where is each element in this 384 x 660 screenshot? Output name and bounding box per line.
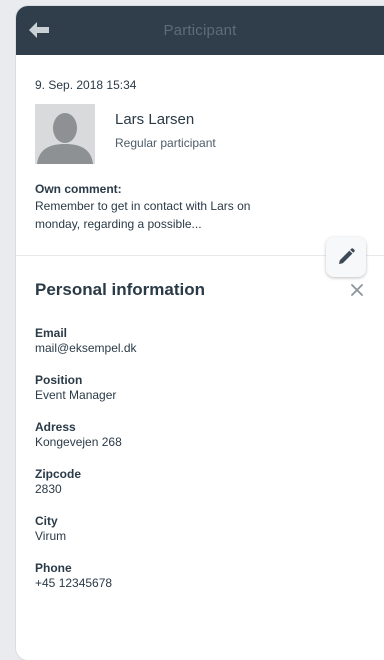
- comment-text-line: Remember to get in contact with Lars on: [35, 199, 251, 213]
- avatar: [35, 104, 95, 164]
- field-label: Zipcode: [35, 467, 82, 481]
- field-label: Email: [35, 326, 68, 340]
- field-email: Email mail@eksempel.dk: [35, 326, 137, 373]
- field-label: Position: [35, 373, 83, 387]
- close-button[interactable]: [348, 281, 366, 299]
- personal-fields: Email mail@eksempel.dk Position Event Ma…: [35, 326, 137, 608]
- field-value: 2830: [35, 482, 62, 496]
- field-label: City: [35, 514, 58, 528]
- participant-screen: Participant 9. Sep. 2018 15:34 Lars Lars…: [16, 6, 384, 660]
- close-icon: [351, 284, 363, 296]
- field-value: +45 12345678: [35, 576, 113, 590]
- field-value: mail@eksempel.dk: [35, 341, 137, 355]
- participant-name: Lars Larsen: [115, 111, 195, 128]
- field-city: City Virum: [35, 514, 137, 561]
- participant-role: Regular participant: [115, 136, 216, 150]
- back-button[interactable]: [28, 19, 50, 41]
- entry-timestamp: 9. Sep. 2018 15:34: [35, 78, 137, 92]
- field-phone: Phone +45 12345678: [35, 561, 137, 608]
- field-label: Adress: [35, 420, 76, 434]
- field-adress: Adress Kongevejen 268: [35, 420, 137, 467]
- participant-info: Lars Larsen Regular participant: [115, 104, 216, 150]
- participant-card: Lars Larsen Regular participant: [35, 104, 216, 164]
- comment-label: Own comment:: [35, 182, 122, 196]
- personal-information-title: Personal information: [35, 280, 206, 299]
- participant-summary: 9. Sep. 2018 15:34 Lars Larsen Regular p…: [16, 55, 384, 277]
- field-zipcode: Zipcode 2830: [35, 467, 137, 514]
- app-header: Participant: [16, 6, 384, 55]
- pencil-icon: [339, 248, 355, 264]
- page-title: Participant: [163, 22, 237, 39]
- field-position: Position Event Manager: [35, 373, 137, 420]
- field-label: Phone: [35, 561, 72, 575]
- arrow-left-icon: [29, 22, 49, 38]
- edit-comment-button[interactable]: [326, 237, 366, 277]
- comment-text-line: monday, regarding a possible...: [35, 217, 202, 231]
- field-value: Event Manager: [35, 388, 117, 402]
- comment-text: Remember to get in contact with Lars on …: [35, 197, 305, 233]
- own-comment: Own comment: Remember to get in contact …: [35, 182, 305, 233]
- user-silhouette-icon: [35, 104, 95, 164]
- field-value: Kongevejen 268: [35, 435, 122, 449]
- field-value: Virum: [35, 529, 67, 543]
